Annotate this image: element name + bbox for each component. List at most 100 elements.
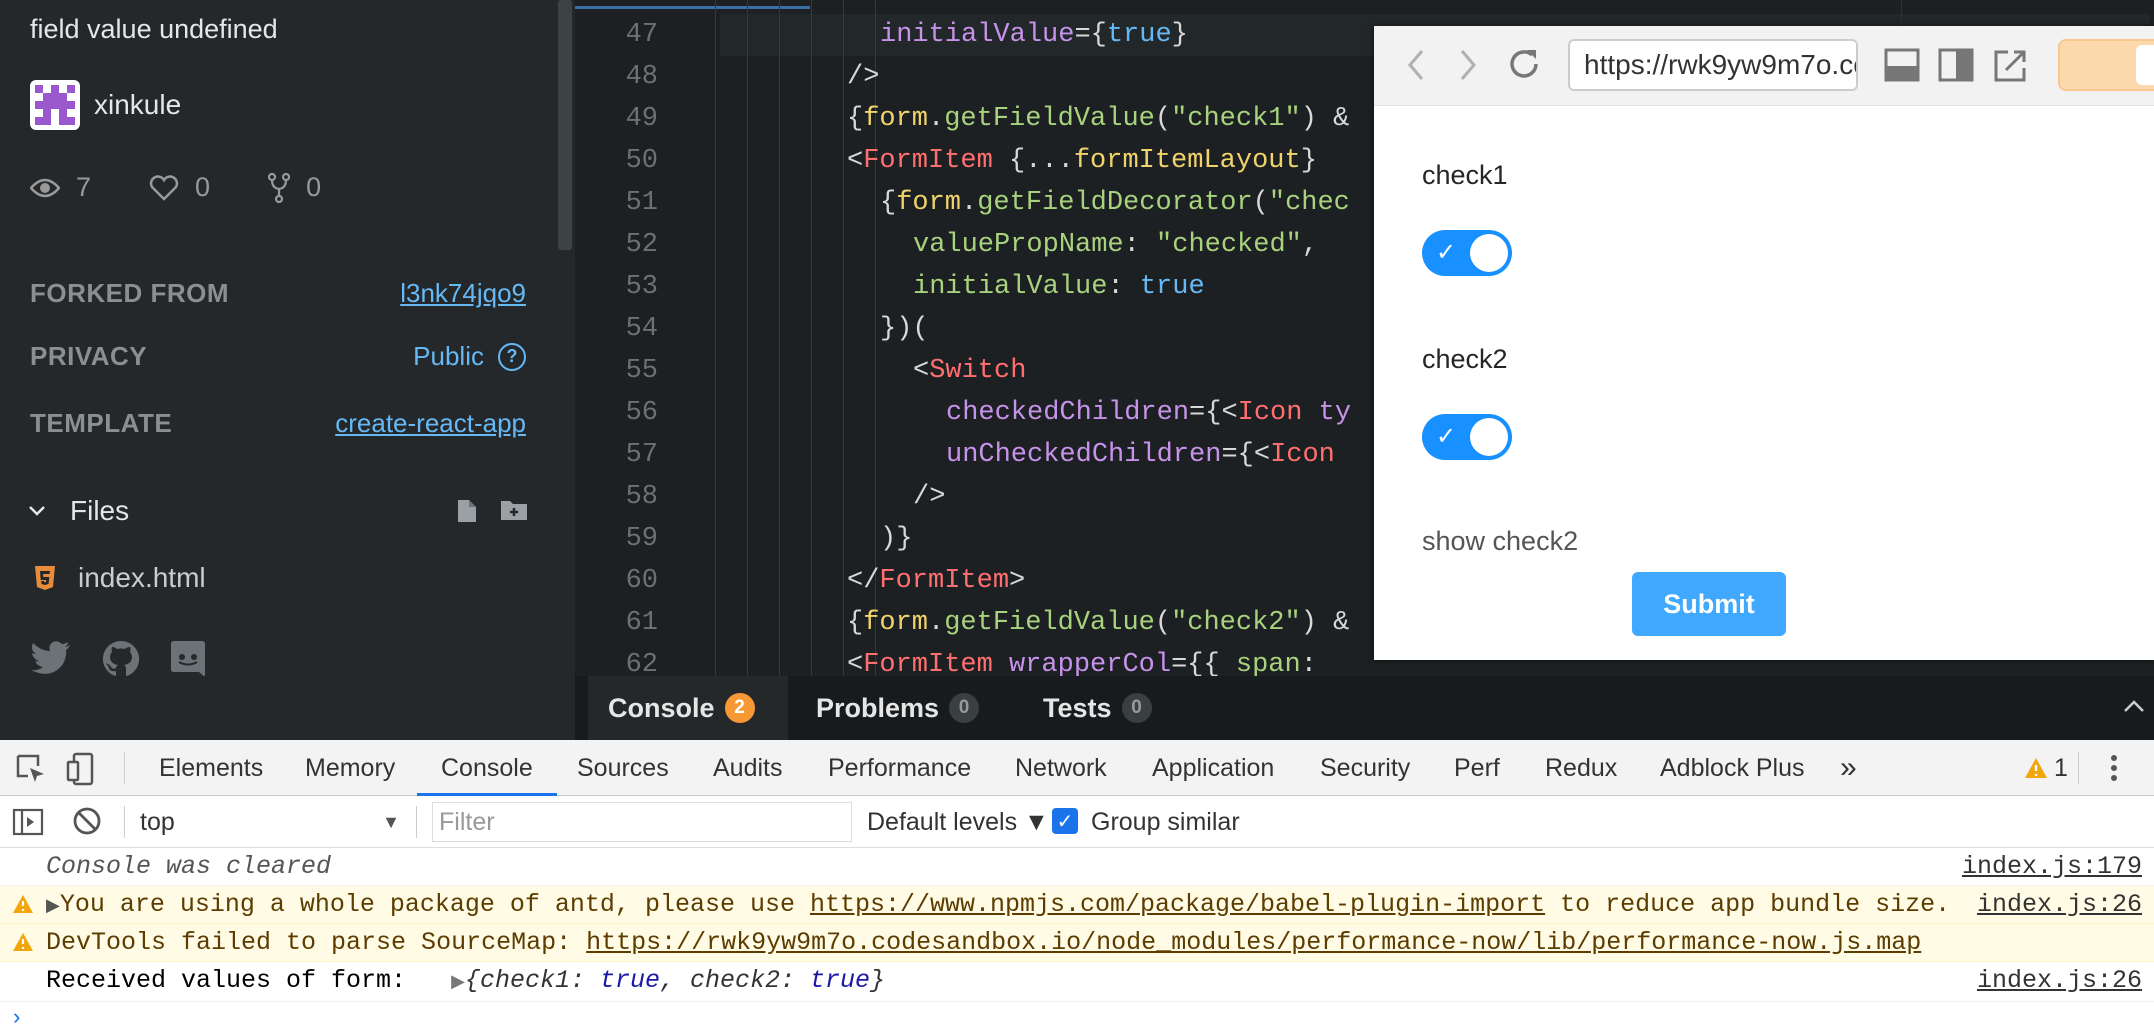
console-message: Received values of form: ▶{check1: true,… <box>46 962 885 1002</box>
problems-count-badge: 0 <box>949 693 980 723</box>
console-message: DevTools failed to parse SourceMap: http… <box>46 924 1921 962</box>
split-horizontal-icon[interactable] <box>1884 48 1920 82</box>
submit-button[interactable]: Submit <box>1632 572 1786 636</box>
devtools-tab-bar: Elements Memory Console Sources Audits P… <box>0 740 2154 796</box>
source-link[interactable]: index.js:26 <box>1977 962 2142 1000</box>
devtools-tab-sources[interactable]: Sources <box>577 740 669 796</box>
check2-switch[interactable]: ✓ <box>1422 414 1512 460</box>
tests-tab-label: Tests <box>1043 692 1112 723</box>
sandbox-title: field value undefined <box>30 14 278 44</box>
devtools-tab-memory[interactable]: Memory <box>305 740 395 796</box>
console-tab-label: Console <box>608 692 715 723</box>
devtools-tab-network[interactable]: Network <box>1015 740 1107 796</box>
line-number: 47 <box>625 20 658 50</box>
check2-label: check2 <box>1422 344 1508 374</box>
likes-stat[interactable]: 0 <box>149 172 210 203</box>
device-toolbar-icon[interactable] <box>66 752 96 786</box>
file-index-html[interactable]: index.html <box>34 562 206 594</box>
source-link[interactable]: index.js:179 <box>1962 848 2142 886</box>
npm-link[interactable]: https://www.npmjs.com/package/babel-plug… <box>810 890 1545 919</box>
files-label: Files <box>70 495 130 526</box>
filter-input[interactable]: Filter <box>432 802 852 842</box>
sidebar-toggle-icon[interactable] <box>12 808 44 836</box>
kebab-menu-icon[interactable] <box>2110 754 2118 782</box>
devtools-tab-perf[interactable]: Perf <box>1454 740 1500 796</box>
inspect-element-icon[interactable] <box>16 754 46 784</box>
privacy-text: Public <box>413 341 484 371</box>
more-tabs-button[interactable]: » <box>1840 740 1857 796</box>
warning-icon <box>13 933 33 951</box>
expand-triangle-icon[interactable]: ▶ <box>46 897 60 917</box>
devtools-tab-security[interactable]: Security <box>1320 740 1410 796</box>
show-check2-text: show check2 <box>1422 526 1579 556</box>
sourcemap-link[interactable]: https://rwk9yw9m7o.codesandbox.io/node_m… <box>586 928 1921 957</box>
switch-handle <box>1470 234 1508 272</box>
sandbox-devtools-bar: Console 2 Problems 0 Tests 0 <box>0 676 2154 740</box>
chevron-up-icon[interactable] <box>2122 698 2146 714</box>
line-number: 49 <box>625 104 658 134</box>
switch-handle <box>1470 418 1508 456</box>
devtools-tab-performance[interactable]: Performance <box>828 740 971 796</box>
twitter-icon[interactable] <box>30 640 72 676</box>
toggle-knob <box>2136 45 2154 85</box>
check-icon: ✓ <box>1436 239 1457 266</box>
template-link[interactable]: create-react-app <box>335 408 526 439</box>
preview-toolbar: https://rwk9yw9m7o.codesandbox.io <box>1374 26 2154 106</box>
source-link[interactable]: index.js:26 <box>1977 886 2142 924</box>
devtools-tab-adblock[interactable]: Adblock Plus <box>1660 740 1805 796</box>
line-number: 52 <box>625 230 658 260</box>
clear-console-icon[interactable] <box>72 806 102 836</box>
back-icon[interactable] <box>1404 48 1428 82</box>
devtools-tab-console[interactable]: Console <box>417 740 557 796</box>
log-object[interactable]: {check1: true, check2: true} <box>465 966 885 995</box>
tab-console[interactable]: Console 2 <box>588 676 788 740</box>
sandbox-sidebar: field value undefined xinkule 7 0 0 FORK… <box>0 0 575 740</box>
forked-from-link[interactable]: l3nk74jqo9 <box>400 278 526 309</box>
console-message: Console was cleared <box>46 852 332 881</box>
help-icon[interactable]: ? <box>498 342 526 371</box>
forked-from-label: FORKED FROM <box>30 278 230 308</box>
new-file-icon[interactable] <box>456 498 478 524</box>
views-count: 7 <box>76 172 92 202</box>
check1-switch[interactable]: ✓ <box>1422 230 1512 276</box>
context-select[interactable]: top ▼ <box>140 802 400 842</box>
privacy-value: Public ? <box>413 341 526 372</box>
open-new-window-icon[interactable] <box>1992 48 2028 84</box>
sidebar-scrollbar[interactable] <box>558 0 572 250</box>
discord-icon[interactable] <box>170 640 206 678</box>
line-number: 51 <box>625 188 658 218</box>
forks-stat: 0 <box>268 172 321 203</box>
line-number: 59 <box>625 524 658 554</box>
group-similar-checkbox[interactable]: ✓ <box>1052 808 1078 834</box>
file-name: index.html <box>78 562 206 593</box>
console-prompt-icon[interactable]: › <box>10 1006 23 1030</box>
url-input[interactable]: https://rwk9yw9m7o.codesandbox.io <box>1568 39 1858 91</box>
refresh-icon[interactable] <box>1506 46 1542 82</box>
files-header[interactable]: Files <box>28 495 528 527</box>
context-value: top <box>140 808 175 836</box>
author[interactable]: xinkule <box>30 80 181 130</box>
privacy-row: PRIVACY Public ? <box>30 341 526 372</box>
devtools-tab-redux[interactable]: Redux <box>1545 740 1617 796</box>
devtools-tab-application[interactable]: Application <box>1152 740 1274 796</box>
forward-icon[interactable] <box>1456 48 1480 82</box>
line-number: 58 <box>625 482 658 512</box>
separator <box>416 806 417 838</box>
likes-count: 0 <box>195 172 211 202</box>
log-levels-select[interactable]: Default levels ▼ <box>867 802 1049 842</box>
line-number: 48 <box>625 62 658 92</box>
tab-tests[interactable]: Tests 0 <box>1043 676 1152 740</box>
preview-mode-toggle[interactable] <box>2058 39 2154 91</box>
console-row-warning: ▶You are using a whole package of antd, … <box>0 886 2154 924</box>
devtools-tab-elements[interactable]: Elements <box>159 740 263 796</box>
expand-triangle-icon[interactable]: ▶ <box>451 973 465 993</box>
devtools-tab-audits[interactable]: Audits <box>713 740 782 796</box>
split-vertical-icon[interactable] <box>1938 48 1974 82</box>
check1-label: check1 <box>1422 160 1508 190</box>
new-folder-icon[interactable] <box>500 498 528 522</box>
tab-problems[interactable]: Problems 0 <box>816 676 980 740</box>
console-message: ▶You are using a whole package of antd, … <box>46 886 1950 926</box>
warning-icon <box>13 895 33 913</box>
warning-count[interactable]: 1 <box>2054 740 2068 796</box>
github-icon[interactable] <box>102 640 140 678</box>
